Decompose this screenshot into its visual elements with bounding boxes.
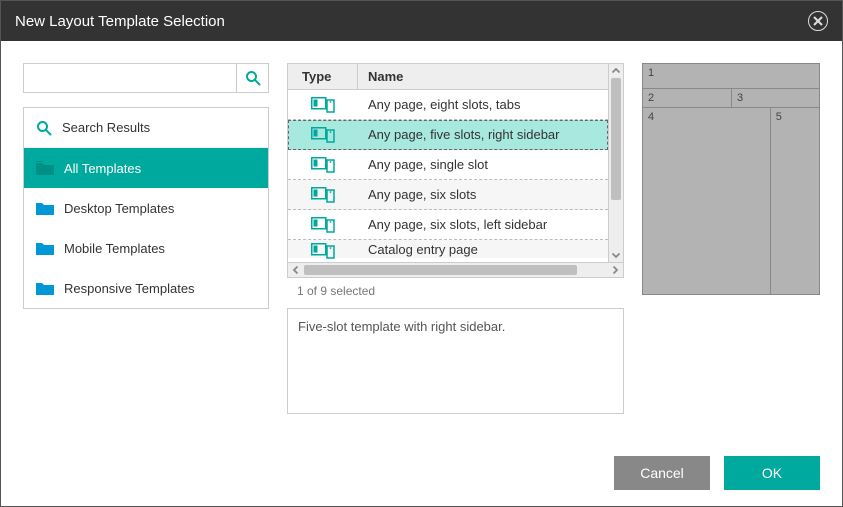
sidebar-item-responsive-templates[interactable]: Responsive Templates [24,268,268,308]
layout-template-icon [311,187,335,203]
vscroll-track[interactable] [609,78,623,248]
right-column: 1 2 3 4 5 [642,63,820,440]
sidebar-item-label: Desktop Templates [64,201,174,216]
preview-slot-5: 5 [771,108,819,294]
scroll-right-button[interactable] [607,263,623,277]
sidebar-item-mobile-templates[interactable]: Mobile Templates [24,228,268,268]
table-header: Type Name [288,64,608,90]
cell-name: Any page, six slots [358,187,608,202]
table-row[interactable]: Any page, six slots [288,180,608,210]
search-button[interactable] [236,64,268,92]
table-row[interactable]: Any page, six slots, left sidebar [288,210,608,240]
table-row[interactable]: Any page, single slot [288,150,608,180]
ok-button[interactable]: OK [724,456,820,490]
search-input[interactable] [24,64,236,92]
horizontal-scrollbar[interactable] [287,263,624,278]
selection-status: 1 of 9 selected [287,278,624,302]
preview-row: 2 3 [643,89,819,107]
cell-type [288,239,358,259]
sidebar-item-label: All Templates [64,161,141,176]
layout-preview: 1 2 3 4 5 [642,63,820,295]
preview-slot-3: 3 [732,89,819,107]
table-row[interactable]: Catalog entry page [288,240,608,258]
preview-row: 4 5 [643,108,819,294]
description-text: Five-slot template with right sidebar. [298,319,505,334]
template-table: Type Name Any page, eight slots, tabs An… [287,63,624,263]
sidebar-item-search-results[interactable]: Search Results [24,108,268,148]
chevron-down-icon [611,250,621,260]
chevron-left-icon [291,265,301,275]
layout-template-icon [311,97,335,113]
folder-icon [36,241,54,255]
chevron-up-icon [611,66,621,76]
description-box: Five-slot template with right sidebar. [287,308,624,414]
cancel-button[interactable]: Cancel [614,456,710,490]
cell-type [288,217,358,233]
preview-slot-4: 4 [643,108,770,294]
search-row [23,63,269,93]
cell-name: Any page, eight slots, tabs [358,97,608,112]
table-row[interactable]: Any page, five slots, right sidebar [288,120,608,150]
cell-type [288,157,358,173]
sidebar-item-label: Responsive Templates [64,281,195,296]
cell-name: Any page, five slots, right sidebar [358,127,608,142]
sidebar-item-label: Mobile Templates [64,241,165,256]
scroll-left-button[interactable] [288,263,304,277]
preview-row: 1 [643,64,819,88]
dialog-title: New Layout Template Selection [15,13,225,30]
vscroll-thumb[interactable] [611,78,621,200]
chevron-right-icon [610,265,620,275]
search-icon [245,70,261,86]
search-icon [36,120,52,136]
close-icon [813,16,823,26]
category-list: Search Results All Templates Desktop Tem… [23,107,269,309]
cell-name: Catalog entry page [358,242,608,257]
layout-template-icon [311,217,335,233]
layout-template-icon [311,243,335,259]
scroll-up-button[interactable] [609,64,623,78]
table-scroll-area: Type Name Any page, eight slots, tabs An… [288,64,608,262]
table-row[interactable]: Any page, eight slots, tabs [288,90,608,120]
layout-template-icon [311,157,335,173]
column-header-name[interactable]: Name [358,69,608,84]
hscroll-track[interactable] [304,263,607,277]
table-body: Any page, eight slots, tabs Any page, fi… [288,90,608,258]
close-button[interactable] [808,11,828,31]
sidebar-item-desktop-templates[interactable]: Desktop Templates [24,188,268,228]
folder-icon [36,201,54,215]
preview-slot-1: 1 [643,64,819,88]
cell-name: Any page, six slots, left sidebar [358,217,608,232]
cell-type [288,127,358,143]
cell-type [288,187,358,203]
sidebar-item-label: Search Results [62,120,150,135]
layout-template-icon [311,127,335,143]
column-header-type[interactable]: Type [288,64,358,89]
left-column: Search Results All Templates Desktop Tem… [23,63,269,440]
preview-slot-2: 2 [643,89,731,107]
dialog: New Layout Template Selection Search Res… [0,0,843,507]
scroll-down-button[interactable] [609,248,623,262]
cell-type [288,97,358,113]
cell-name: Any page, single slot [358,157,608,172]
hscroll-thumb[interactable] [304,265,577,275]
center-column: Type Name Any page, eight slots, tabs An… [287,63,624,440]
sidebar-item-all-templates[interactable]: All Templates [24,148,268,188]
dialog-body: Search Results All Templates Desktop Tem… [1,41,842,440]
dialog-footer: Cancel OK [1,440,842,506]
folder-icon [36,281,54,295]
titlebar: New Layout Template Selection [1,1,842,41]
vertical-scrollbar[interactable] [608,64,623,262]
folder-icon [36,161,54,175]
